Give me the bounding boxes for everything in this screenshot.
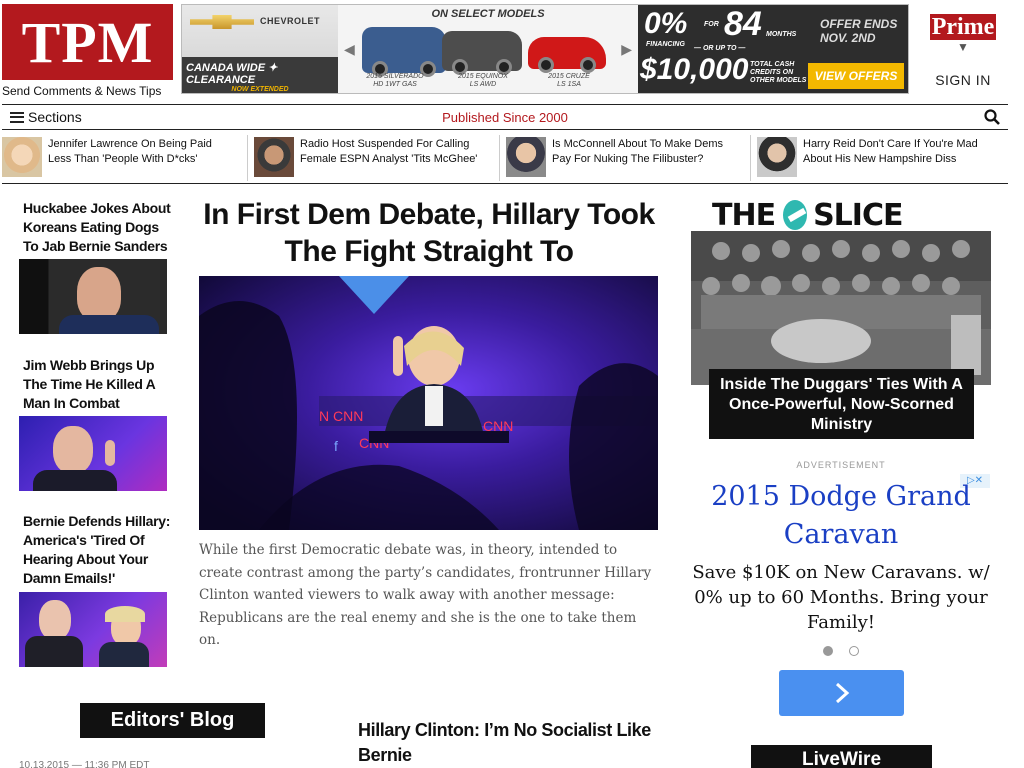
ad-title-link[interactable]: 2015 Dodge Grand Caravan bbox=[691, 478, 991, 554]
secondary-headline[interactable]: Hillary Clinton: I’m No Socialist Like B… bbox=[358, 718, 658, 768]
divider bbox=[499, 135, 500, 181]
trending-item[interactable]: Is McConnell About To Make Dems Pay For … bbox=[506, 137, 738, 177]
trending-strip: Jennifer Lawrence On Being Paid Less Tha… bbox=[2, 131, 1008, 184]
trending-thumb bbox=[506, 137, 546, 177]
ad-offer-ends: OFFER ENDS NOV. 2ND bbox=[820, 17, 898, 45]
trending-title: Is McConnell About To Make Dems Pay For … bbox=[552, 138, 723, 165]
trending-item[interactable]: Jennifer Lawrence On Being Paid Less Tha… bbox=[2, 137, 234, 177]
suv-image bbox=[442, 31, 522, 75]
truck-image bbox=[362, 27, 446, 77]
news-tips-link[interactable]: Send Comments & News Tips bbox=[2, 84, 161, 98]
ad-on-select: ON SELECT MODELS bbox=[431, 8, 545, 20]
ad-offer-panel: 0% FINANCING FOR 84 MONTHS — OR UP TO — … bbox=[638, 5, 908, 93]
divider bbox=[750, 135, 751, 181]
slice-caption[interactable]: Inside The Duggars' Ties With A Once-Pow… bbox=[709, 369, 974, 439]
ad-model-label: 2015 SILVERADO HD 1WT GAS bbox=[366, 73, 424, 88]
ad-financing: FINANCING bbox=[646, 41, 685, 48]
trending-thumb bbox=[757, 137, 797, 177]
ad-campaign-line2: NOW EXTENDED bbox=[231, 86, 289, 93]
ad-campaign: CANADA WIDE ✦ CLEARANCE NOW EXTENDED bbox=[182, 57, 338, 93]
prime-menu[interactable]: Prime ▼ bbox=[920, 14, 1006, 53]
ad-months-label: MONTHS bbox=[766, 31, 797, 38]
trending-title: Radio Host Suspended For Calling Female … bbox=[300, 138, 478, 165]
trending-title: Harry Reid Don't Care If You're Mad Abou… bbox=[803, 138, 978, 165]
left-story-image[interactable] bbox=[19, 259, 167, 334]
ad-next-icon[interactable]: ▶ bbox=[621, 41, 632, 58]
left-story-image[interactable] bbox=[19, 592, 167, 667]
ad-cash-value: $10,000 bbox=[640, 53, 749, 86]
chevron-down-icon: ▼ bbox=[957, 40, 969, 54]
slice-brand-right: SLICE bbox=[813, 197, 903, 233]
chevrolet-bowtie-icon bbox=[190, 15, 254, 29]
ad-vehicle-panel: ON SELECT MODELS ◀ ▶ 2015 SILVERADO HD 1W… bbox=[338, 5, 638, 93]
prime-logo: Prime bbox=[920, 14, 1006, 41]
trending-item[interactable]: Harry Reid Don't Care If You're Mad Abou… bbox=[757, 137, 989, 177]
main-summary: While the first Democratic debate was, i… bbox=[199, 542, 652, 648]
slice-brand-left: THE bbox=[712, 197, 776, 233]
left-story-title[interactable]: Bernie Defends Hillary: America's 'Tired… bbox=[23, 512, 173, 588]
ad-brand-panel: CHEVROLET CANADA WIDE ✦ CLEARANCE NOW EX… bbox=[182, 5, 338, 93]
view-offers-button[interactable]: VIEW OFFERS bbox=[808, 63, 904, 89]
ad-cash-fine: TOTAL CASH CREDITS ON OTHER MODELS bbox=[750, 61, 807, 84]
chevron-right-icon bbox=[835, 682, 849, 704]
family-photo bbox=[691, 231, 991, 385]
search-icon[interactable] bbox=[984, 109, 1000, 125]
divider bbox=[247, 135, 248, 181]
carousel-dot[interactable] bbox=[849, 646, 859, 656]
ad-model-label: 2015 EQUINOX LS AWD bbox=[458, 73, 508, 88]
ad-prev-icon[interactable]: ◀ bbox=[344, 41, 355, 58]
hero-image[interactable]: N CNN N CNN f CNN bbox=[199, 276, 658, 530]
ad-model-label: 2015 CRUZE LS 1SA bbox=[548, 73, 590, 88]
ad-body-text: Save $10K on New Caravans. w/ 0% up to 6… bbox=[692, 562, 990, 633]
prime-label: Prime bbox=[929, 14, 997, 40]
svg-text:f: f bbox=[334, 438, 338, 454]
svg-text:N CNN: N CNN bbox=[319, 408, 363, 424]
carousel-dot[interactable] bbox=[823, 646, 833, 656]
trending-item[interactable]: Radio Host Suspended For Calling Female … bbox=[254, 137, 486, 177]
left-story-title[interactable]: Huckabee Jokes About Koreans Eating Dogs… bbox=[23, 199, 173, 256]
left-story-title[interactable]: Jim Webb Brings Up The Time He Killed A … bbox=[23, 356, 173, 413]
the-slice-logo[interactable]: THE SLICE bbox=[712, 197, 974, 233]
left-story-image[interactable] bbox=[19, 416, 167, 491]
ad-campaign-line1: CANADA WIDE ✦ CLEARANCE bbox=[186, 62, 278, 86]
car-image bbox=[528, 37, 606, 73]
advertisement-label: ADVERTISEMENT bbox=[796, 460, 886, 470]
sign-in-link[interactable]: SIGN IN bbox=[920, 72, 1006, 88]
ad-for: FOR bbox=[704, 21, 719, 28]
tpm-logo[interactable]: TPM bbox=[2, 4, 173, 80]
ad-or-up-to: — OR UP TO — bbox=[694, 45, 746, 52]
logo-text: TPM bbox=[21, 9, 154, 75]
nav-bar: Sections Published Since 2000 bbox=[2, 104, 1008, 130]
ad-carousel-dots bbox=[691, 646, 991, 656]
ad-months-value: 84 bbox=[724, 5, 762, 43]
ad-brand: CHEVROLET bbox=[260, 16, 321, 26]
livewire-header[interactable]: LiveWire bbox=[751, 745, 932, 768]
hero-photo: N CNN N CNN f CNN bbox=[199, 276, 658, 530]
tagline: Published Since 2000 bbox=[442, 110, 568, 125]
top-banner-ad[interactable]: CHEVROLET CANADA WIDE ✦ CLEARANCE NOW EX… bbox=[181, 4, 909, 94]
trending-thumb bbox=[254, 137, 294, 177]
trending-title: Jennifer Lawrence On Being Paid Less Tha… bbox=[48, 138, 212, 165]
slice-s-icon bbox=[783, 200, 808, 230]
blog-post-date: 10.13.2015 — 11:36 PM EDT bbox=[19, 760, 150, 768]
ad-rate: 0% bbox=[644, 7, 688, 40]
slice-image[interactable] bbox=[691, 231, 991, 385]
ad-cta-button[interactable] bbox=[779, 670, 904, 716]
editors-blog-header[interactable]: Editors' Blog bbox=[80, 703, 265, 738]
trending-thumb bbox=[2, 137, 42, 177]
